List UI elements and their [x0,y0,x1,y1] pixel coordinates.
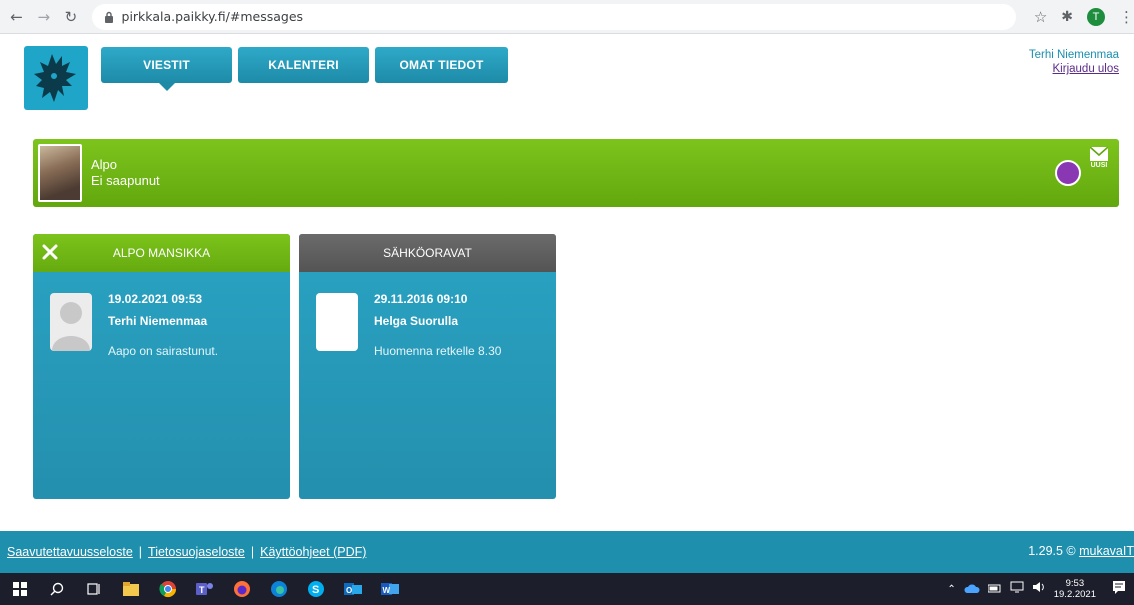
footer-separator: | [138,545,143,559]
teams-icon[interactable]: T [195,579,215,599]
menu-kebab-icon[interactable]: ⋮ [1119,8,1134,26]
back-icon[interactable]: ← [6,6,27,28]
footer-separator: | [250,545,255,559]
network-icon[interactable] [1010,580,1024,598]
notifications-icon[interactable] [1112,580,1126,599]
svg-text:T: T [199,585,205,595]
message-preview: Aapo on sairastunut. [108,344,219,358]
url-text: pirkkala.paikky.fi/#messages [121,9,304,24]
tab-omat-tiedot[interactable]: OMAT TIEDOT [375,47,508,83]
clock-time: 9:53 [1065,578,1085,589]
os-taskbar: T S O W ⌃ 9:53 19.2.2021 [0,573,1134,605]
sender-avatar [50,293,92,351]
accessibility-statement-link[interactable]: Saavutettavuusseloste [7,545,133,559]
status-indicator [1055,160,1081,186]
clock-date: 19.2.2021 [1053,589,1096,600]
child-avatar [38,144,82,202]
onedrive-icon[interactable] [964,580,980,598]
svg-text:O: O [346,586,352,595]
chevron-up-icon[interactable]: ⌃ [947,584,955,595]
thread-card-header: ALPO MANSIKKA [33,234,290,272]
message-date: 19.02.2021 09:53 [108,292,203,306]
child-name: Alpo [91,157,118,172]
user-guide-link[interactable]: Käyttöohjeet (PDF) [260,545,366,559]
windows-start-icon[interactable] [10,579,30,599]
app-logo[interactable] [24,46,88,110]
outlook-icon[interactable]: O [343,579,363,599]
address-bar[interactable]: pirkkala.paikky.fi/#messages [91,3,1016,30]
user-name: Terhi Niemenmaa [1028,49,1119,61]
firefox-icon[interactable] [232,579,252,599]
message-author: Helga Suorulla [374,314,459,328]
page-footer: Saavutettavuusseloste | Tietosuojaselost… [0,531,1134,573]
word-icon[interactable]: W [380,579,400,599]
svg-text:W: W [383,586,391,595]
sender-avatar [316,293,358,351]
forward-icon[interactable]: → [33,6,54,28]
active-tab-caret [158,83,175,91]
tab-omat-tiedot-label: OMAT TIEDOT [399,58,484,72]
profile-avatar[interactable]: T [1087,7,1105,26]
new-message-label: UUSI [1090,162,1108,169]
reload-icon[interactable]: ↻ [60,6,81,28]
message-preview: Huomenna retkelle 8.30 [374,344,502,358]
logout-link[interactable]: Kirjaudu ulos [1029,62,1119,76]
tab-kalenteri[interactable]: KALENTERI [238,47,369,83]
user-area: Terhi Niemenmaa Kirjaudu ulos [1029,48,1119,76]
envelope-icon [1090,147,1108,161]
tab-kalenteri-label: KALENTERI [268,58,339,72]
version-info: 1.29.5 © mukavaIT [1028,544,1134,558]
close-icon[interactable] [41,243,59,261]
volume-icon[interactable] [1032,580,1046,598]
extensions-icon[interactable]: ✱ [1061,9,1073,25]
system-tray: ⌃ 9:53 19.2.2021 [947,573,1126,605]
version-text: 1.29.5 © [1028,544,1076,558]
file-explorer-icon[interactable] [121,579,141,599]
battery-icon[interactable] [987,580,1002,598]
system-clock[interactable]: 9:53 19.2.2021 [1054,578,1096,600]
message-author: Terhi Niemenmaa [108,314,208,328]
thread-card[interactable]: SÄHKÖORAVAT 29.11.2016 09:10 Helga Suoru… [299,234,556,499]
thread-card[interactable]: ALPO MANSIKKA 19.02.2021 09:53 Terhi Nie… [33,234,290,499]
svg-text:S: S [312,584,319,596]
edge-icon[interactable] [269,579,289,599]
chrome-icon[interactable] [158,579,178,599]
task-view-icon[interactable] [84,579,104,599]
child-bar[interactable]: Alpo Ei saapunut UUSI [33,139,1119,207]
skype-icon[interactable]: S [306,579,326,599]
thread-title: ALPO MANSIKKA [112,246,211,260]
thread-card-header: SÄHKÖORAVAT [299,234,556,272]
vendor-link[interactable]: mukavaIT [1079,544,1134,558]
star-icon[interactable]: ☆ [1034,8,1047,26]
new-message-button[interactable]: UUSI [1087,147,1111,183]
browser-toolbar: ← → ↻ pirkkala.paikky.fi/#messages ☆ ✱ T… [0,0,1134,34]
message-date: 29.11.2016 09:10 [374,292,468,306]
tab-viestit[interactable]: VIESTIT [101,47,232,91]
lock-icon [102,10,116,24]
tab-viestit-label: VIESTIT [143,58,190,72]
search-icon[interactable] [47,579,67,599]
thread-title: SÄHKÖORAVAT [383,246,472,260]
privacy-policy-link[interactable]: Tietosuojaseloste [148,545,245,559]
child-attendance-status: Ei saapunut [91,173,160,188]
